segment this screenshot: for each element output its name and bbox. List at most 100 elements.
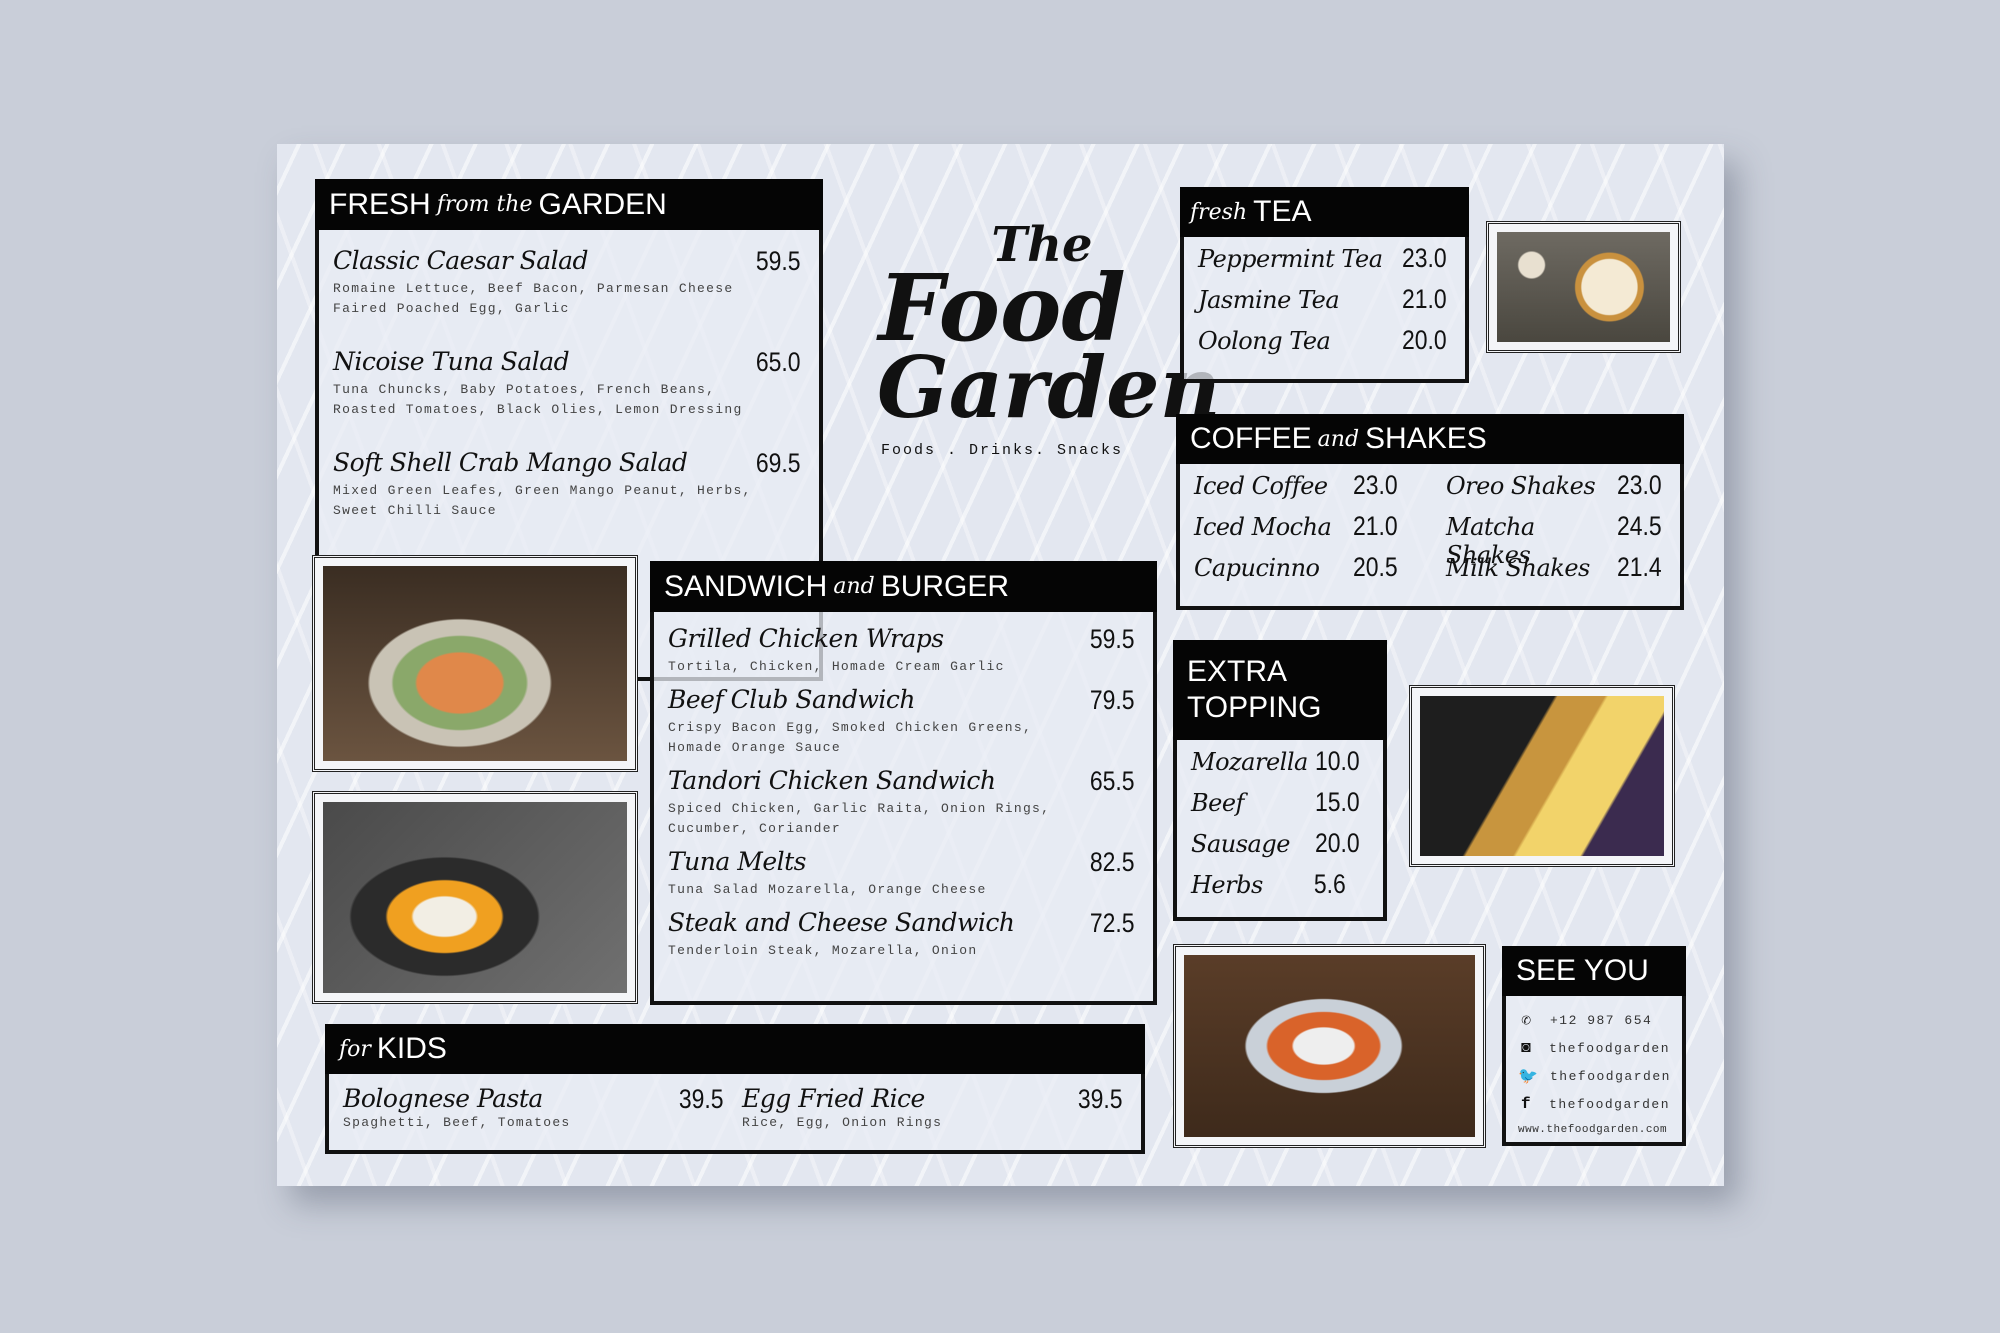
item-price: 21.0	[1352, 511, 1398, 541]
instagram-row[interactable]: ◙ thefoodgarden	[1518, 1034, 1670, 1062]
menu-item: Grilled Chicken Wraps 59.5 Tortila, Chicke…	[668, 624, 1153, 677]
menu-item: Tuna Melts 82.5 Tuna Salad Mozarella, Oran…	[668, 847, 1153, 900]
item-name: Bolognese Pasta	[343, 1084, 543, 1113]
cheese-board-photo	[1409, 685, 1675, 867]
item-description: Romaine Lettuce, Beef Bacon, Parmesan Ch…	[333, 281, 734, 316]
item-description: Spiced Chicken, Garlic Raita, Onion Ring…	[668, 801, 1051, 836]
coffee-header: COFFEE and SHAKES	[1176, 414, 1684, 464]
contact-section: ✆ +12 987 654 ◙ thefoodgarden 🐦 thefoodgard…	[1502, 996, 1686, 1146]
item-name: Sausage	[1191, 830, 1290, 858]
item-name: Jasmine Tea	[1198, 286, 1340, 314]
topping-h1: EXTRA	[1187, 655, 1288, 688]
item-price: 20.0	[1401, 325, 1447, 355]
title-garden: Garden	[877, 337, 1221, 437]
twitter-row[interactable]: 🐦 thefoodgarden	[1518, 1062, 1670, 1090]
item-price: 59.5	[1090, 624, 1135, 654]
kids-header: for KIDS	[325, 1024, 1145, 1074]
twitter-icon: 🐦	[1518, 1068, 1540, 1086]
rice-plate-photo	[312, 791, 638, 1004]
drink-row: Iced Mocha 21.0	[1194, 511, 1406, 552]
item-name: Capucinno	[1194, 554, 1320, 582]
item-price: 10.0	[1314, 746, 1360, 776]
topping-header: EXTRA TOPPING	[1173, 640, 1387, 740]
topping-section: Mozarella 10.0 Beef 15.0 Sausage 20.0 Herbs 5.6	[1173, 740, 1387, 921]
website-link[interactable]: www.thefoodgarden.com	[1518, 1124, 1670, 1136]
item-name: Soft Shell Crab Mango Salad	[333, 448, 688, 477]
item-name: Classic Caesar Salad	[333, 246, 589, 275]
topping-h2: TOPPING	[1187, 691, 1322, 724]
item-price: 65.0	[756, 347, 801, 377]
item-name: Mozarella	[1191, 748, 1308, 776]
item-name: Grilled Chicken Wraps	[668, 624, 944, 653]
facebook-row[interactable]: f thefoodgarden	[1518, 1090, 1670, 1118]
drink-row: Oreo Shakes 23.0	[1446, 470, 1666, 511]
item-description: Tuna Chuncks, Baby Potatoes, French Bean…	[333, 382, 743, 417]
item-description: Tuna Salad Mozarella, Orange Cheese	[668, 882, 987, 897]
tea-h1: fresh	[1190, 199, 1248, 225]
item-price: 20.0	[1314, 828, 1360, 858]
tea-pie-photo	[1486, 221, 1681, 353]
item-name: Nicoise Tuna Salad	[333, 347, 570, 376]
coffee-h3: SHAKES	[1365, 422, 1487, 455]
twitter-handle: thefoodgarden	[1550, 1068, 1671, 1084]
sandwich-h1: SANDWICH	[664, 569, 828, 603]
fresh-h3: GARDEN	[538, 187, 667, 221]
menu-item: Nicoise Tuna Salad 65.0 Tuna Chuncks, Baby…	[333, 347, 819, 420]
item-price: 39.5	[679, 1084, 724, 1114]
item-price: 82.5	[1090, 847, 1135, 877]
instagram-icon: ◙	[1520, 1039, 1533, 1057]
phone-row[interactable]: ✆ +12 987 654	[1518, 1006, 1670, 1034]
kids-h1: for	[339, 1036, 371, 1062]
drink-row: Herbs 5.6	[1191, 869, 1369, 910]
item-price: 21.4	[1617, 552, 1663, 582]
drink-row: Milk Shakes 21.4	[1446, 552, 1666, 593]
salad-bowl-photo	[312, 555, 638, 772]
item-name: Milk Shakes	[1446, 554, 1590, 582]
drink-row: Peppermint Tea 23.0	[1198, 243, 1451, 284]
fresh-h2: from the	[436, 192, 533, 217]
fresh-header: FRESH from the GARDEN	[315, 179, 823, 230]
item-name: Oolong Tea	[1198, 327, 1331, 355]
coffee-section: Iced Coffee 23.0 Iced Mocha 21.0 Capucinno 20…	[1176, 464, 1684, 610]
tea-header: fresh TEA	[1180, 187, 1469, 237]
instagram-handle: thefoodgarden	[1549, 1040, 1670, 1056]
item-name: Beef Club Sandwich	[668, 685, 915, 714]
whatsapp-icon: ✆	[1521, 1012, 1533, 1030]
menu-card: FRESH from the GARDEN Classic Caesar Salad…	[277, 144, 1724, 1186]
item-price: 20.5	[1352, 552, 1398, 582]
fresh-h1: FRESH	[329, 187, 431, 221]
drink-row: Iced Coffee 23.0	[1194, 470, 1406, 511]
item-name: Iced Coffee	[1194, 472, 1328, 500]
item-description: Spaghetti, Beef, Tomatoes	[343, 1115, 571, 1130]
item-price: 72.5	[1090, 908, 1135, 938]
coffee-h2: and	[1317, 426, 1360, 452]
drink-row: Mozarella 10.0	[1191, 746, 1369, 787]
menu-item: Steak and Cheese Sandwich 72.5 Tenderloin …	[668, 908, 1153, 961]
item-name: Egg Fried Rice	[742, 1084, 925, 1113]
item-price: 65.5	[1090, 766, 1135, 796]
kids-item: Egg Fried Rice 39.5 Rice, Egg, Onion Rings	[742, 1084, 1141, 1136]
item-price: 39.5	[1078, 1084, 1123, 1114]
sandwich-h2: and	[833, 574, 875, 599]
logo-title: The Food Garden Foods . Drinks. Snacks	[877, 221, 1221, 457]
item-description: Rice, Egg, Onion Rings	[742, 1115, 943, 1130]
sandwich-h3: BURGER	[880, 569, 1010, 603]
item-price: 15.0	[1314, 787, 1360, 817]
menu-item: Soft Shell Crab Mango Salad 69.5 Mixed Gre…	[333, 448, 819, 521]
item-price: 23.0	[1352, 470, 1398, 500]
drink-row: Sausage 20.0	[1191, 828, 1369, 869]
drink-row: Matcha Shakes 24.5	[1446, 511, 1666, 569]
sandwich-header: SANDWICH and BURGER	[650, 561, 1157, 612]
kids-h2: KIDS	[376, 1032, 447, 1065]
tea-section: Peppermint Tea 23.0 Jasmine Tea 21.0 Oolong …	[1180, 237, 1469, 383]
drink-row: Capucinno 20.5	[1194, 552, 1406, 593]
drink-row: Jasmine Tea 21.0	[1198, 284, 1451, 325]
curry-rice-photo	[1173, 944, 1486, 1148]
item-description: Crispy Bacon Egg, Smoked Chicken Greens,…	[668, 720, 1033, 755]
item-price: 59.5	[756, 246, 801, 276]
contact-heading: SEE YOU	[1516, 954, 1649, 987]
facebook-handle: thefoodgarden	[1549, 1096, 1670, 1112]
item-price: 24.5	[1617, 511, 1663, 541]
item-name: Steak and Cheese Sandwich	[668, 908, 1015, 937]
phone-number: +12 987 654	[1550, 1012, 1653, 1028]
